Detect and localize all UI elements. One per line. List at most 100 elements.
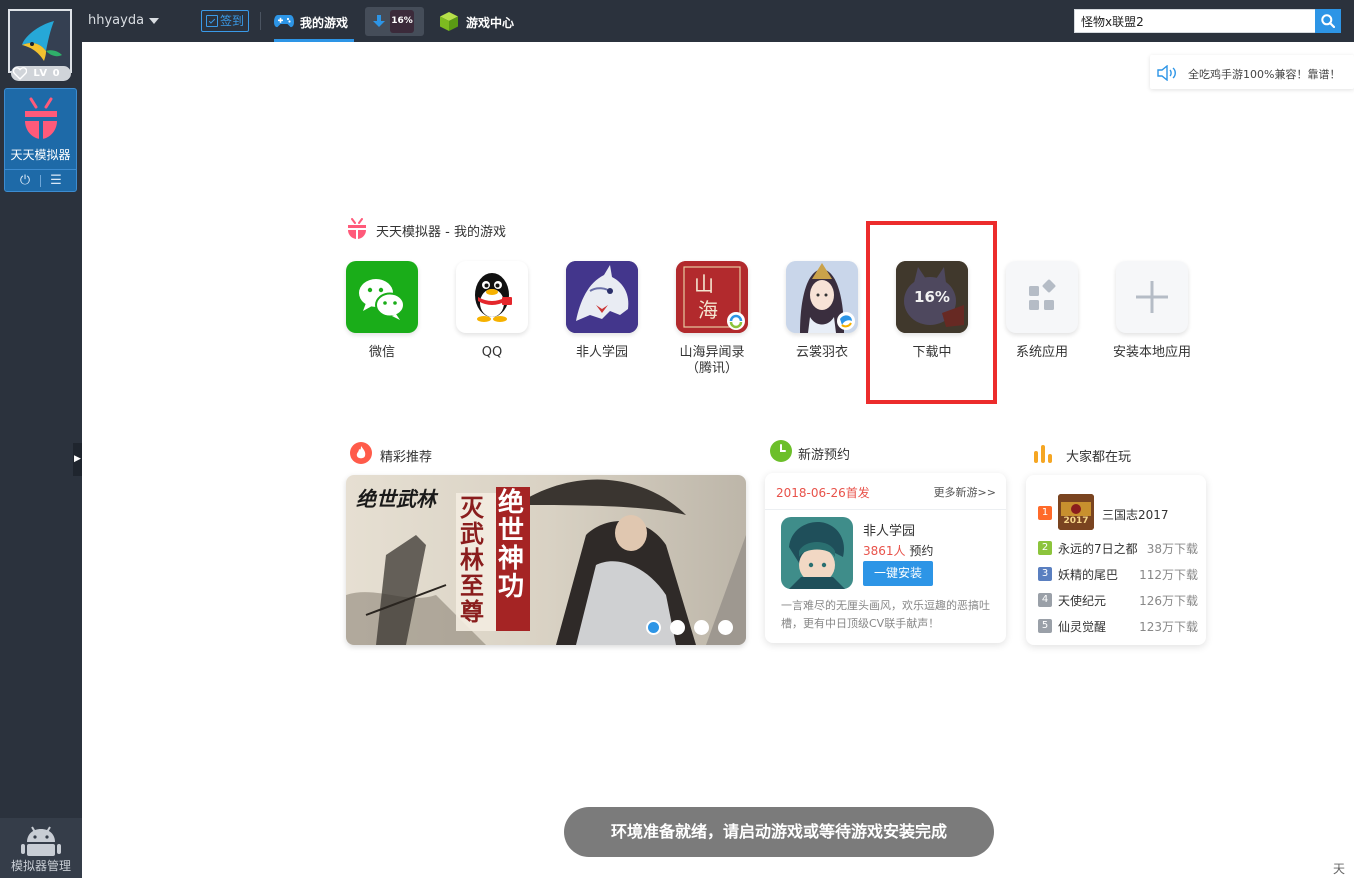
speaker-icon xyxy=(1157,65,1176,81)
download-highlight-box xyxy=(866,221,997,404)
emulator-label: 天天模拟器 xyxy=(10,148,71,162)
system-apps-icon xyxy=(1006,261,1078,333)
download-game-thumb: 16% xyxy=(390,10,414,33)
sanguozhi-thumb: 2017 xyxy=(1058,494,1094,530)
popular-item[interactable]: 5 仙灵觉醒 123万下载 xyxy=(1038,617,1198,635)
new-game-description: 一言难尽的无厘头画风，欢乐逗趣的恶搞吐槽，更有中日顶级CV联手献声！ xyxy=(781,599,990,630)
search-box xyxy=(1074,9,1315,33)
heart-icon xyxy=(13,67,27,80)
wechat-icon xyxy=(346,261,418,333)
featured-banner[interactable]: 绝世武林 绝世神功 灭武林至尊 xyxy=(346,475,746,645)
popular-game-name: 永远的7日之都 xyxy=(1058,542,1138,556)
app-name: 非人学园 xyxy=(575,345,628,360)
tab-my-games[interactable]: 我的游戏 xyxy=(274,0,354,42)
corner-brand-text: 天天 xyxy=(1333,862,1346,876)
menu-icon[interactable]: ☰ xyxy=(41,173,71,188)
new-games-title: 新游预约 xyxy=(798,448,851,463)
release-date: 2018-06-26首发 xyxy=(776,486,870,500)
search-button[interactable] xyxy=(1315,9,1341,33)
app-qq[interactable]: QQ xyxy=(437,261,547,361)
gamepad-icon xyxy=(274,15,294,28)
cube-icon xyxy=(440,12,458,31)
popular-item[interactable]: 3 妖精的尾巴 112万下载 xyxy=(1038,565,1198,583)
rank-badge: 2 xyxy=(1038,541,1052,555)
emulator-manager-button[interactable]: 模拟器管理 xyxy=(0,818,82,878)
username-dropdown[interactable]: hhyayda xyxy=(88,13,160,28)
new-game-thumb[interactable] xyxy=(781,517,853,589)
popular-item[interactable]: 1 2017 三国志2017 xyxy=(1038,494,1198,533)
level-text: LV 0 xyxy=(33,68,61,79)
left-sidebar: LV 0 天天模拟器 ⏻ ☰ ▶ 模拟器管理 xyxy=(0,0,82,878)
carousel-dot[interactable] xyxy=(718,620,733,635)
new-game-card: 2018-06-26首发 更多新游>> 非人学园 3861人 预约 一键安装 一… xyxy=(765,473,1006,643)
svg-text:海: 海 xyxy=(698,298,718,322)
banner-carousel-dots xyxy=(646,620,742,635)
app-install-local[interactable]: 安装本地应用 xyxy=(1097,261,1207,361)
power-icon[interactable]: ⏻ xyxy=(10,173,40,188)
top-divider xyxy=(260,12,261,30)
calendar-check-icon xyxy=(206,15,218,27)
carousel-dot[interactable] xyxy=(670,620,685,635)
download-count: 126万下载 xyxy=(1139,594,1198,608)
rank-badge: 3 xyxy=(1038,567,1052,581)
app-yunshang-yuyi[interactable]: 云裳羽衣 xyxy=(767,261,877,361)
one-click-install-button[interactable]: 一键安装 xyxy=(863,561,933,586)
emulator-card[interactable]: 天天模拟器 ⏻ ☰ xyxy=(4,88,77,192)
bug-logo-icon xyxy=(348,218,366,239)
avatar[interactable] xyxy=(8,9,72,73)
reservation-count: 3861人 预约 xyxy=(863,542,933,559)
download-count: 38万下载 xyxy=(1146,542,1198,556)
level-badge: LV 0 xyxy=(11,66,71,81)
bar-chart-icon xyxy=(1034,445,1052,463)
my-games-title: 天天模拟器 - 我的游戏 xyxy=(376,225,506,240)
featured-title: 精彩推荐 xyxy=(380,450,433,465)
popular-game-name: 仙灵觉醒 xyxy=(1058,620,1107,634)
announcement-ticker[interactable]: 全吃鸡手游100%兼容！靠谱！ xyxy=(1150,55,1354,89)
shanhai-game-icon: 山 海 xyxy=(676,261,748,333)
banner-logo-text: 绝世武林 xyxy=(356,487,436,511)
clock-icon xyxy=(770,440,792,462)
reservation-suffix: 预约 xyxy=(905,544,934,558)
search-input[interactable] xyxy=(1075,10,1315,32)
app-wechat[interactable]: 微信 xyxy=(327,261,437,361)
popular-item[interactable]: 4 天使纪元 126万下载 xyxy=(1038,591,1198,609)
banner-subheadline: 灭武林至尊 xyxy=(460,493,484,626)
app-name: QQ xyxy=(481,345,503,360)
download-count: 112万下载 xyxy=(1139,568,1198,582)
app-system-apps[interactable]: 系统应用 xyxy=(987,261,1097,361)
carousel-dot[interactable] xyxy=(694,620,709,635)
popular-game-name: 三国志2017 xyxy=(1102,508,1169,522)
sidebar-collapse-handle[interactable]: ▶ xyxy=(73,443,82,476)
app-name: 山海异闻录（腾讯） xyxy=(679,345,745,376)
popular-card: 1 2017 三国志2017 2 永远的7日之都 38万下载 3 妖精的尾巴 1… xyxy=(1026,475,1206,645)
ticker-text: 全吃鸡手游100%兼容！靠谱！ xyxy=(1188,68,1341,81)
card-divider xyxy=(765,509,1006,510)
rank-badge: 5 xyxy=(1038,619,1052,633)
signin-button[interactable]: 签到 xyxy=(201,10,249,32)
reservation-number: 3861人 xyxy=(863,544,906,558)
new-game-name: 非人学园 xyxy=(863,524,916,539)
popular-game-name: 妖精的尾巴 xyxy=(1058,568,1119,582)
app-name: 系统应用 xyxy=(1015,345,1068,360)
rank-badge: 4 xyxy=(1038,593,1052,607)
download-progress-pill[interactable]: 16% xyxy=(365,7,424,36)
caret-down-icon xyxy=(149,17,160,24)
app-shanhai-yiwenlu[interactable]: 山 海 山海异闻录（腾讯） xyxy=(657,261,767,377)
angelfish-avatar-icon xyxy=(10,11,70,71)
plus-icon xyxy=(1116,261,1188,333)
app-name: 安装本地应用 xyxy=(1112,345,1191,360)
qq-penguin-icon xyxy=(456,261,528,333)
unicorn-game-icon xyxy=(566,261,638,333)
banner-headline: 绝世神功 xyxy=(498,488,525,602)
download-count: 123万下载 xyxy=(1139,620,1198,634)
more-new-games-link[interactable]: 更多新游>> xyxy=(934,484,996,500)
thumb-year: 2017 xyxy=(1063,516,1089,526)
popular-title: 大家都在玩 xyxy=(1066,450,1132,465)
popular-item[interactable]: 2 永远的7日之都 38万下载 xyxy=(1038,539,1198,557)
top-bar: hhyayda 签到 我的游戏 16% 游戏中心 xyxy=(82,0,1354,42)
app-feiren-xueyuan[interactable]: 非人学园 xyxy=(547,261,657,361)
signin-label: 签到 xyxy=(219,14,244,28)
search-icon xyxy=(1321,14,1335,28)
rank-badge: 1 xyxy=(1038,506,1052,520)
carousel-dot[interactable] xyxy=(646,620,661,635)
